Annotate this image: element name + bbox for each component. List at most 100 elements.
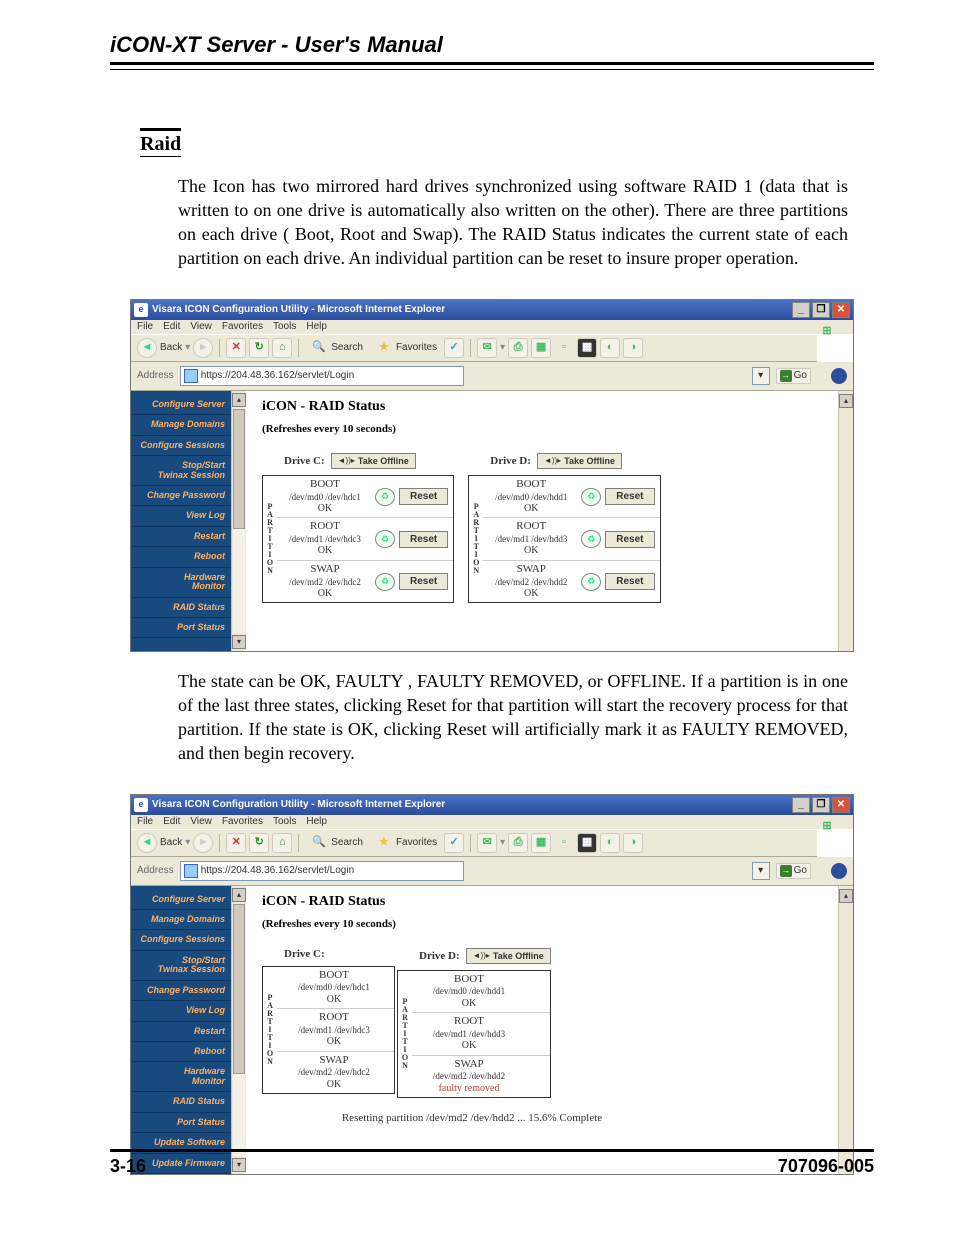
address-dropdown[interactable]: ▾: [752, 367, 770, 385]
maximize-button[interactable]: ❐: [812, 797, 830, 813]
main-scroll-up-icon[interactable]: ▴: [839, 394, 853, 408]
home-button[interactable]: ⌂: [272, 833, 292, 853]
favorites-button[interactable]: ★Favorites: [374, 833, 437, 853]
stop-button[interactable]: ✕: [226, 338, 246, 358]
take-offline-button[interactable]: ◄))▸Take Offline: [537, 453, 622, 469]
take-offline-button[interactable]: ◄))▸Take Offline: [466, 948, 551, 964]
menu-file[interactable]: File: [137, 321, 153, 332]
reset-button[interactable]: Reset: [605, 573, 654, 590]
back-label[interactable]: Back: [160, 838, 182, 848]
nav-configure-server[interactable]: Configure Server: [131, 890, 231, 910]
close-button[interactable]: ✕: [832, 797, 850, 813]
main-scrollbar[interactable]: ▴: [838, 391, 853, 651]
nav-view-log[interactable]: View Log: [131, 1001, 231, 1021]
nav-change-password[interactable]: Change Password: [131, 486, 231, 506]
nav-manage-domains[interactable]: Manage Domains: [131, 910, 231, 930]
mail-button[interactable]: ✉: [477, 833, 497, 853]
nav-hardware-monitor[interactable]: HardwareMonitor: [131, 1062, 231, 1092]
nav-reboot[interactable]: Reboot: [131, 547, 231, 567]
stop-button[interactable]: ✕: [226, 833, 246, 853]
nav-hardware-monitor[interactable]: HardwareMonitor: [131, 568, 231, 598]
address-input[interactable]: https://204.48.36.162/servlet/Login: [180, 861, 464, 881]
nav-view-log[interactable]: View Log: [131, 506, 231, 526]
back-label[interactable]: Back: [160, 343, 182, 353]
toolbar-icon[interactable]: ▫: [554, 338, 574, 358]
toolbar-extra-3[interactable]: ◑: [623, 338, 643, 358]
main-scrollbar[interactable]: ▴: [838, 886, 853, 1175]
address-url: https://204.48.36.162/servlet/Login: [201, 371, 354, 381]
scroll-up-icon[interactable]: ▴: [232, 888, 246, 902]
maximize-button[interactable]: ❐: [812, 302, 830, 318]
nav-raid-status[interactable]: RAID Status: [131, 598, 231, 618]
print-button[interactable]: ⎙: [508, 338, 528, 358]
menu-help[interactable]: Help: [306, 816, 327, 827]
edit-button[interactable]: ▦: [531, 338, 551, 358]
nav-reboot[interactable]: Reboot: [131, 1042, 231, 1062]
sidebar-scrollbar[interactable]: ▴ ▾: [231, 391, 246, 651]
search-button[interactable]: 🔍Search: [309, 338, 363, 358]
home-button[interactable]: ⌂: [272, 338, 292, 358]
menu-tools[interactable]: Tools: [273, 816, 296, 827]
nav-configure-sessions[interactable]: Configure Sessions: [131, 436, 231, 456]
address-input[interactable]: https://204.48.36.162/servlet/Login: [180, 366, 464, 386]
address-dropdown[interactable]: ▾: [752, 862, 770, 880]
toolbar-extra-2[interactable]: ◐: [600, 338, 620, 358]
refresh-button[interactable]: ↻: [249, 338, 269, 358]
menu-favorites[interactable]: Favorites: [222, 321, 263, 332]
history-button[interactable]: ✓: [444, 833, 464, 853]
nav-stop-start-twinax-session[interactable]: Stop/StartTwinax Session: [131, 456, 231, 486]
nav-change-password[interactable]: Change Password: [131, 981, 231, 1001]
menu-view[interactable]: View: [190, 321, 212, 332]
nav-restart[interactable]: Restart: [131, 527, 231, 547]
reset-button[interactable]: Reset: [399, 531, 448, 548]
menu-help[interactable]: Help: [306, 321, 327, 332]
print-button[interactable]: ⎙: [508, 833, 528, 853]
nav-manage-domains[interactable]: Manage Domains: [131, 415, 231, 435]
go-button[interactable]: →Go: [776, 863, 811, 879]
search-button[interactable]: 🔍Search: [309, 833, 363, 853]
reset-button[interactable]: Reset: [399, 573, 448, 590]
scroll-up-icon[interactable]: ▴: [232, 393, 246, 407]
back-button[interactable]: ◄: [137, 833, 157, 853]
menu-tools[interactable]: Tools: [273, 321, 296, 332]
minimize-button[interactable]: _: [792, 797, 810, 813]
links-icon[interactable]: [831, 368, 847, 384]
nav-configure-sessions[interactable]: Configure Sessions: [131, 930, 231, 950]
reset-button[interactable]: Reset: [605, 531, 654, 548]
nav-restart[interactable]: Restart: [131, 1022, 231, 1042]
menu-favorites[interactable]: Favorites: [222, 816, 263, 827]
links-icon[interactable]: [831, 863, 847, 879]
toolbar-extra-3[interactable]: ◑: [623, 833, 643, 853]
mail-button[interactable]: ✉: [477, 338, 497, 358]
reset-button[interactable]: Reset: [605, 488, 654, 505]
menu-edit[interactable]: Edit: [163, 816, 180, 827]
forward-button[interactable]: ►: [193, 338, 213, 358]
forward-button[interactable]: ►: [193, 833, 213, 853]
menu-view[interactable]: View: [190, 816, 212, 827]
nav-port-status[interactable]: Port Status: [131, 1113, 231, 1133]
favorites-button[interactable]: ★Favorites: [374, 338, 437, 358]
toolbar-icon[interactable]: ▫: [554, 833, 574, 853]
menu-file[interactable]: File: [137, 816, 153, 827]
history-button[interactable]: ✓: [444, 338, 464, 358]
address-url: https://204.48.36.162/servlet/Login: [201, 866, 354, 876]
toolbar-extra-2[interactable]: ◐: [600, 833, 620, 853]
back-button[interactable]: ◄: [137, 338, 157, 358]
menu-edit[interactable]: Edit: [163, 321, 180, 332]
minimize-button[interactable]: _: [792, 302, 810, 318]
sidebar-scrollbar[interactable]: ▴ ▾: [231, 886, 246, 1175]
toolbar-extra-1[interactable]: ▦: [577, 338, 597, 358]
main-scroll-up-icon[interactable]: ▴: [839, 889, 853, 903]
scroll-down-icon[interactable]: ▾: [232, 635, 246, 649]
nav-stop-start-twinax-session[interactable]: Stop/StartTwinax Session: [131, 951, 231, 981]
go-button[interactable]: →Go: [776, 368, 811, 384]
nav-port-status[interactable]: Port Status: [131, 618, 231, 638]
nav-raid-status[interactable]: RAID Status: [131, 1092, 231, 1112]
refresh-button[interactable]: ↻: [249, 833, 269, 853]
nav-configure-server[interactable]: Configure Server: [131, 395, 231, 415]
toolbar-extra-1[interactable]: ▦: [577, 833, 597, 853]
edit-button[interactable]: ▦: [531, 833, 551, 853]
close-button[interactable]: ✕: [832, 302, 850, 318]
reset-button[interactable]: Reset: [399, 488, 448, 505]
take-offline-button[interactable]: ◄))▸Take Offline: [331, 453, 416, 469]
